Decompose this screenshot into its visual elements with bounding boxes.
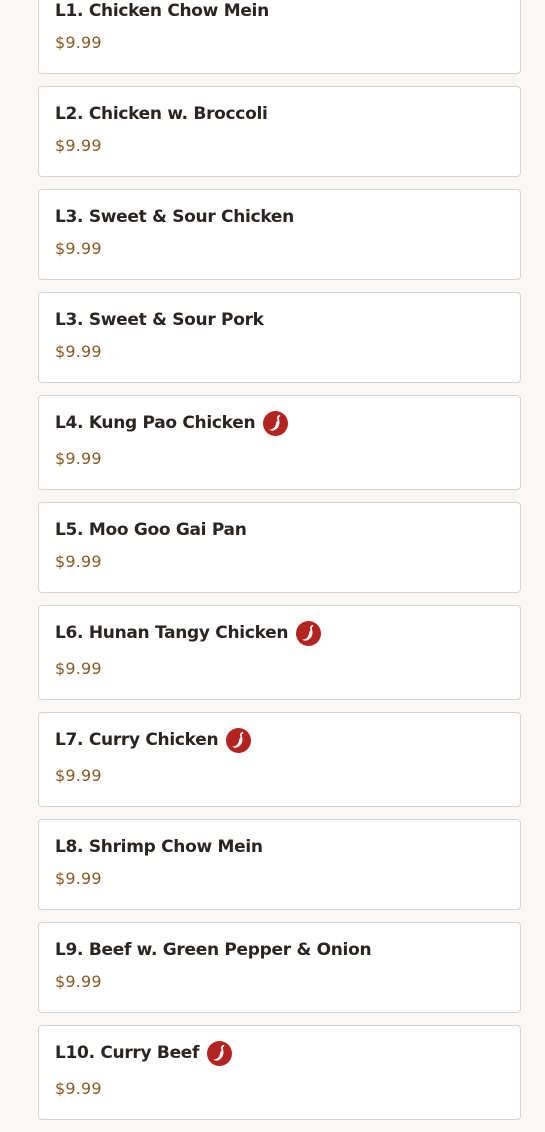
item-price: $9.99 <box>55 1079 102 1098</box>
item-name: L9. Beef w. Green Pepper & Onion <box>55 940 372 960</box>
item-name: L2. Chicken w. Broccoli <box>55 104 268 124</box>
item-name: L7. Curry Chicken <box>55 730 219 750</box>
item-title-row: L9. Beef w. Green Pepper & Onion <box>55 938 504 962</box>
item-title-row: L8. Shrimp Chow Mein <box>55 835 504 859</box>
menu-item-card[interactable]: L3. Sweet & Sour Chicken $9.99 <box>38 189 521 280</box>
menu-item-card[interactable]: L1. Chicken Chow Mein $9.99 <box>38 0 521 74</box>
item-name: L6. Hunan Tangy Chicken <box>55 623 289 643</box>
menu-item-card[interactable]: L7. Curry Chicken $9.99 <box>38 712 521 807</box>
menu-item-card[interactable]: L5. Moo Goo Gai Pan $9.99 <box>38 502 521 593</box>
menu-item-card[interactable]: L8. Shrimp Chow Mein $9.99 <box>38 819 521 910</box>
item-title-row: L2. Chicken w. Broccoli <box>55 102 504 126</box>
item-name: L5. Moo Goo Gai Pan <box>55 520 247 540</box>
item-name: L8. Shrimp Chow Mein <box>55 837 263 857</box>
item-price: $9.99 <box>55 766 102 785</box>
item-price: $9.99 <box>55 33 102 52</box>
chili-pepper-icon <box>296 620 322 646</box>
menu-item-card[interactable]: L2. Chicken w. Broccoli $9.99 <box>38 86 521 177</box>
chili-pepper-icon <box>226 727 252 753</box>
menu-item-card[interactable]: L10. Curry Beef $9.99 <box>38 1025 521 1120</box>
item-price: $9.99 <box>55 659 102 678</box>
item-name: L3. Sweet & Sour Chicken <box>55 207 294 227</box>
item-title-row: L1. Chicken Chow Mein <box>55 0 504 23</box>
item-price: $9.99 <box>55 449 102 468</box>
item-title-row: L7. Curry Chicken <box>55 727 504 753</box>
menu-item-card[interactable]: L4. Kung Pao Chicken $9.99 <box>38 395 521 490</box>
item-name: L4. Kung Pao Chicken <box>55 413 256 433</box>
item-price: $9.99 <box>55 972 102 991</box>
item-name: L10. Curry Beef <box>55 1043 200 1063</box>
item-price: $9.99 <box>55 869 102 888</box>
chili-pepper-icon <box>207 1040 233 1066</box>
item-name: L1. Chicken Chow Mein <box>55 1 269 21</box>
menu-item-list: L1. Chicken Chow Mein $9.99 L2. Chicken … <box>38 0 521 1132</box>
item-title-row: L10. Curry Beef <box>55 1040 504 1066</box>
item-title-row: L6. Hunan Tangy Chicken <box>55 620 504 646</box>
item-title-row: L5. Moo Goo Gai Pan <box>55 518 504 542</box>
item-title-row: L3. Sweet & Sour Pork <box>55 308 504 332</box>
menu-item-card[interactable]: L6. Hunan Tangy Chicken $9.99 <box>38 605 521 700</box>
item-name: L3. Sweet & Sour Pork <box>55 310 264 330</box>
chili-pepper-icon <box>263 410 289 436</box>
item-price: $9.99 <box>55 342 102 361</box>
item-price: $9.99 <box>55 136 102 155</box>
item-title-row: L4. Kung Pao Chicken <box>55 410 504 436</box>
item-price: $9.99 <box>55 552 102 571</box>
menu-item-card[interactable]: L3. Sweet & Sour Pork $9.99 <box>38 292 521 383</box>
item-title-row: L3. Sweet & Sour Chicken <box>55 205 504 229</box>
item-price: $9.99 <box>55 239 102 258</box>
menu-item-card[interactable]: L9. Beef w. Green Pepper & Onion $9.99 <box>38 922 521 1013</box>
